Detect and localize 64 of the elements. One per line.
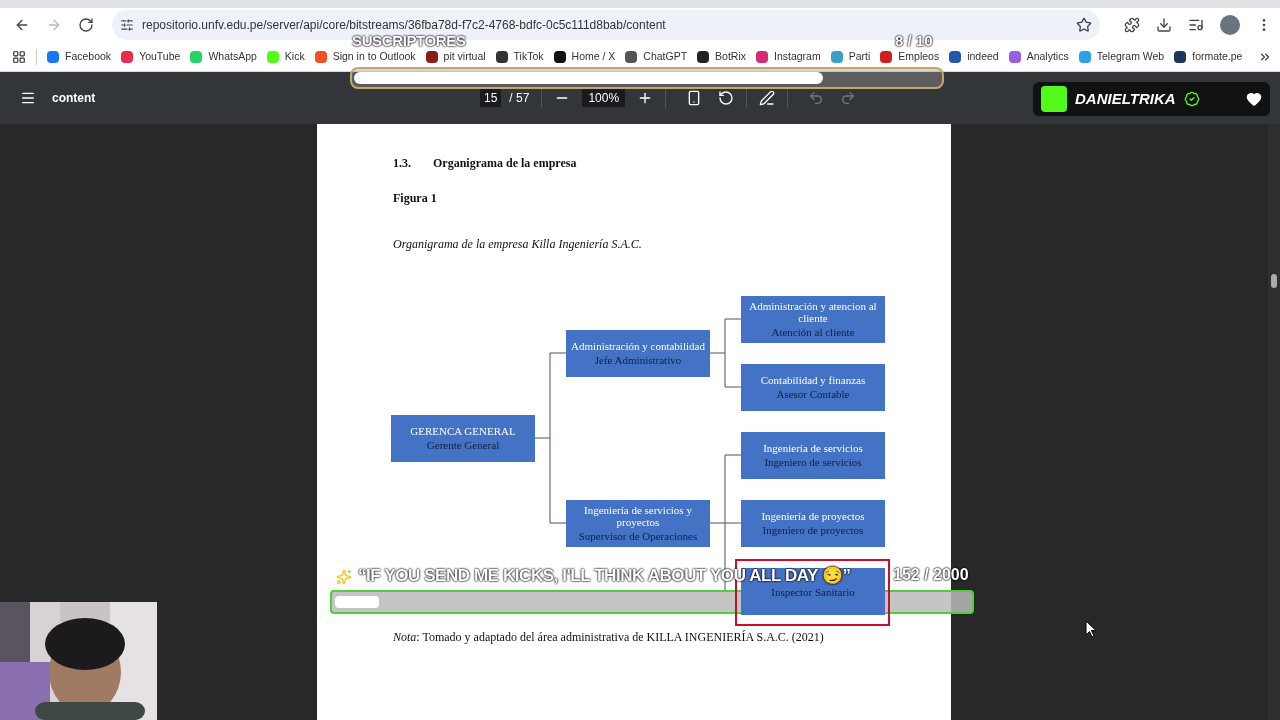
node-title: Administración y atencion al cliente xyxy=(748,300,878,324)
document-title: content xyxy=(52,90,96,107)
media-icon[interactable] xyxy=(1188,17,1204,33)
bookmark-item[interactable]: WhatsApp xyxy=(190,48,257,65)
kick-logo-icon xyxy=(1041,86,1067,112)
profile-avatar[interactable] xyxy=(1220,15,1240,35)
node-role: Jefe Administrativo xyxy=(594,354,682,366)
undo-icon[interactable] xyxy=(808,90,825,106)
rotate-icon[interactable] xyxy=(718,90,735,106)
sparkle-icon xyxy=(336,569,352,585)
redo-icon[interactable] xyxy=(840,90,857,106)
annotate-icon[interactable] xyxy=(759,90,776,106)
zoom-field[interactable]: 100% xyxy=(582,89,626,107)
menu-icon[interactable] xyxy=(20,90,36,106)
bookmark-item[interactable]: YouTube xyxy=(121,48,181,65)
node-title: Ingeniería de servicios xyxy=(763,442,863,454)
node-role: Asesor Contable xyxy=(776,388,850,400)
bookmark-item[interactable]: Kick xyxy=(266,48,305,65)
node-role: Atención al cliente xyxy=(771,326,855,338)
site-info-icon[interactable] xyxy=(120,18,134,32)
node-role: Supervisor de Operaciones xyxy=(578,530,698,542)
scrollbar[interactable] xyxy=(1268,124,1280,720)
bookmark-item[interactable]: Empleos xyxy=(880,48,940,65)
bookmark-star-icon[interactable] xyxy=(1076,17,1092,33)
heading-number: 1.3. xyxy=(393,155,411,172)
channel-name: DANIELTRIKA xyxy=(1075,88,1176,109)
bookmark-item[interactable]: ChatGPT xyxy=(625,48,688,65)
page-number-field[interactable]: 15 xyxy=(480,89,502,107)
bookmark-item[interactable]: Home / X xyxy=(553,48,616,65)
pointer-icon xyxy=(1085,620,1097,638)
bookmark-item[interactable]: Sign in to Outlook xyxy=(314,48,416,65)
bookmark-item[interactable]: formate.pe xyxy=(1174,48,1243,65)
node-title: GERENCA GENERAL xyxy=(410,425,516,437)
bookmark-item[interactable]: pit virtual xyxy=(425,48,486,65)
heart-icon[interactable] xyxy=(1246,91,1262,107)
node-title: Administración y contabilidad xyxy=(571,340,705,352)
section-heading: Organigrama de la empresa xyxy=(433,155,577,172)
node-title: Contabilidad y finanzas xyxy=(760,374,866,386)
bookmark-item[interactable]: Analytics xyxy=(1008,48,1069,65)
figure-caption: Organigrama de la empresa Killa Ingeniería S.A.C. xyxy=(393,236,643,253)
node-title: Ingeniería de servicios y proyectos xyxy=(583,504,693,528)
apps-icon[interactable] xyxy=(12,49,26,64)
figure-label: Figura 1 xyxy=(393,190,438,207)
kicks-goal-count: 152 / 2000 xyxy=(893,567,969,583)
node-role: Inspector Sanitario xyxy=(771,586,855,598)
bookmark-item[interactable]: indeed xyxy=(949,48,999,65)
bookmark-item[interactable]: Parti xyxy=(830,48,871,65)
connector-line xyxy=(709,318,742,388)
bookmark-item[interactable]: Telegram Web xyxy=(1078,48,1165,65)
node-title: Ingeniería de proyectos xyxy=(761,510,865,522)
bookmark-item[interactable]: Facebook xyxy=(47,48,112,65)
node-role: Gerente General xyxy=(426,439,500,451)
url-text: repositorio.unfv.edu.pe/server/api/core/bitstreams/36fba78d-f7c2-4768-bdfc-0c5c111d8bab/content xyxy=(142,17,667,34)
page-total: / 57 xyxy=(509,90,530,107)
node-role: Ingeniero de servicios xyxy=(764,456,862,468)
download-icon[interactable] xyxy=(1156,17,1172,33)
reload-icon xyxy=(78,17,94,33)
bookmark-item[interactable]: TikTok xyxy=(495,48,544,65)
figure-note: Nota: Tomado y adaptado del área administrativa de KILLA INGENIERÍA S.A.C. (2021) xyxy=(393,629,825,646)
bookmark-item[interactable]: Instagram xyxy=(756,48,821,65)
bookmark-item[interactable]: BotRix xyxy=(697,48,746,65)
forward-arrow-icon xyxy=(46,17,62,33)
extensions-icon[interactable] xyxy=(1124,17,1140,33)
node-role: Ingeniero de proyectos xyxy=(762,524,864,536)
